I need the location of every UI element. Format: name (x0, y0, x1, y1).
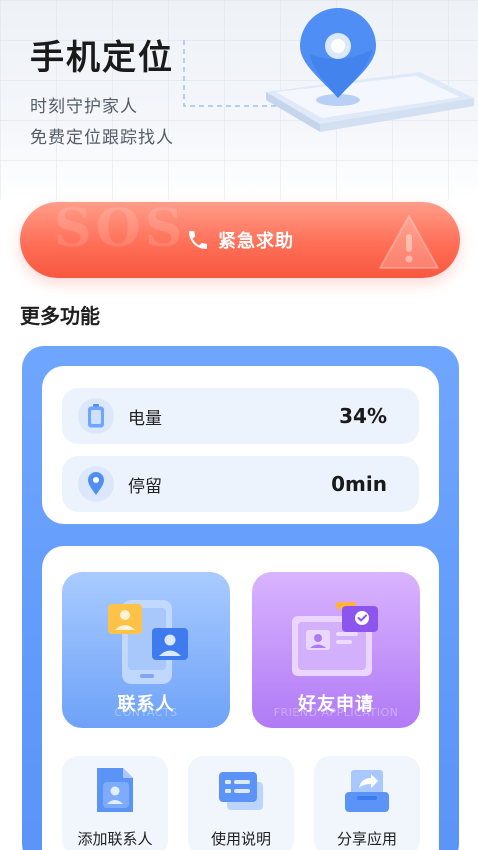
phone-icon (189, 231, 207, 249)
friend-request-tile[interactable]: FRIEND APPLICATION 好友申请 (252, 572, 420, 728)
share-icon (345, 770, 389, 812)
stay-label: 停留 (128, 476, 162, 497)
stay-row: 停留 0min (62, 456, 419, 512)
sos-button[interactable]: SOS 紧急求助 (20, 202, 460, 278)
status-card: 电量 34% 停留 0min (42, 366, 439, 524)
contacts-tile[interactable]: CONTACTS 联系人 (62, 572, 230, 728)
instructions-label: 使用说明 (210, 830, 271, 848)
battery-label: 电量 (128, 408, 162, 429)
page-title: 手机定位 (30, 38, 174, 78)
share-app-button[interactable]: 分享应用 (314, 756, 420, 850)
share-app-label: 分享应用 (336, 830, 397, 848)
hero-subtitle-1: 时刻守护家人 (30, 97, 138, 117)
friend-request-tile-label: 好友申请 (298, 694, 374, 715)
add-contact-label: 添加联系人 (77, 830, 153, 848)
hero-subtitle-2: 免费定位跟踪找人 (30, 128, 174, 148)
contacts-icon (108, 600, 188, 684)
functions-card: CONTACTS 联系人 FRIEND APPLICATION 好友申请 添加联… (42, 546, 439, 850)
map-pin-illustration (183, 8, 474, 132)
sos-label: 紧急求助 (218, 231, 294, 252)
section-title-more-features: 更多功能 (20, 304, 100, 328)
battery-value: 34% (339, 404, 387, 428)
instructions-icon (219, 772, 263, 810)
location-pin-icon (78, 466, 114, 502)
instructions-button[interactable]: 使用说明 (188, 756, 294, 850)
add-contact-button[interactable]: 添加联系人 (62, 756, 168, 850)
stay-value: 0min (331, 472, 387, 496)
friend-request-icon (292, 602, 378, 676)
features-panel: 电量 34% 停留 0min CONTACTS 联系人 FRIEND APPLI… (22, 346, 459, 850)
battery-icon (78, 398, 114, 434)
hero-banner: 手机定位 时刻守护家人 免费定位跟踪找人 (0, 0, 478, 200)
battery-row: 电量 34% (62, 388, 419, 444)
add-contact-icon (97, 768, 133, 812)
contacts-tile-label: 联系人 (117, 694, 175, 715)
sos-content: 紧急求助 (20, 202, 460, 278)
